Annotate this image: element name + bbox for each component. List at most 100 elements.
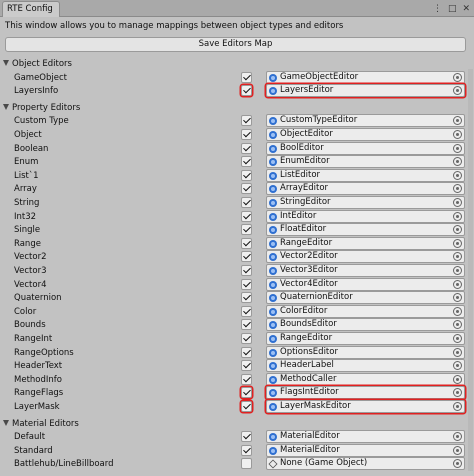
close-icon[interactable]: ✕ [462, 4, 470, 14]
editor-object-field[interactable]: MaterialEditor [266, 443, 465, 457]
enabled-checkbox[interactable] [241, 401, 252, 412]
enabled-checkbox[interactable] [241, 333, 252, 344]
section-header[interactable]: Property Editors [0, 101, 474, 115]
enabled-checkbox[interactable] [241, 305, 252, 317]
object-picker-icon[interactable] [453, 320, 462, 330]
editor-object-field[interactable]: BoundsEditor [266, 318, 465, 332]
object-picker-icon[interactable] [453, 293, 462, 303]
enabled-checkbox[interactable] [241, 360, 252, 372]
editor-object-field[interactable]: MethodCaller [266, 372, 465, 386]
save-editors-map-button[interactable]: Save Editors Map [5, 37, 466, 52]
object-picker-icon[interactable] [453, 374, 462, 384]
editor-object-field[interactable]: ObjectEditor [266, 128, 465, 141]
mapping-row: Object ObjectEditor [0, 128, 474, 142]
editor-object-field[interactable]: CustomTypeEditor [266, 114, 465, 128]
section-header[interactable]: Object Editors [0, 57, 474, 71]
enabled-checkbox[interactable] [241, 278, 252, 290]
editor-object-field[interactable]: RangeEditor [266, 332, 465, 345]
editor-object-field[interactable]: FloatEditor [266, 223, 465, 237]
editor-object-field[interactable]: HeaderLabel [266, 359, 465, 373]
enabled-checkbox[interactable] [241, 346, 252, 358]
enabled-checkbox[interactable] [241, 169, 252, 181]
maximize-icon[interactable]: □ [448, 4, 457, 14]
object-picker-icon[interactable] [453, 198, 462, 207]
enabled-checkbox[interactable] [241, 85, 252, 97]
mapping-row: Bounds BoundsEditor [0, 318, 474, 332]
object-picker-icon[interactable] [453, 361, 462, 371]
enabled-checkbox[interactable] [241, 458, 252, 470]
menu-icon[interactable]: ⋮ [433, 4, 442, 14]
foldout-arrow-icon[interactable] [3, 60, 9, 66]
object-picker-icon[interactable] [453, 211, 462, 221]
editor-object-field[interactable]: EnumEditor [266, 155, 465, 169]
object-picker-icon[interactable] [453, 86, 462, 96]
editor-object-field[interactable]: Vector2Editor [266, 250, 465, 264]
editor-object-field[interactable]: ColorEditor [266, 304, 465, 318]
object-picker-icon[interactable] [453, 143, 462, 153]
object-picker-icon[interactable] [453, 130, 462, 139]
foldout-arrow-icon[interactable] [3, 103, 9, 110]
object-picker-icon[interactable] [453, 459, 462, 469]
object-picker-icon[interactable] [453, 306, 462, 316]
editor-object-field[interactable]: Vector4Editor [266, 277, 465, 291]
enabled-checkbox[interactable] [241, 156, 252, 168]
object-picker-icon[interactable] [453, 72, 462, 82]
object-picker-icon[interactable] [453, 116, 462, 126]
object-picker-icon[interactable] [453, 402, 462, 411]
enabled-checkbox[interactable] [241, 142, 252, 154]
object-picker-icon[interactable] [453, 445, 462, 455]
vertical-scrollbar[interactable] [468, 69, 473, 471]
object-picker-icon[interactable] [453, 157, 462, 167]
editor-object-field[interactable]: Vector3Editor [266, 264, 465, 277]
mapping-row: Quaternion QuaternionEditor [0, 291, 474, 305]
enabled-checkbox[interactable] [241, 210, 252, 222]
enabled-checkbox[interactable] [241, 387, 252, 399]
editor-object-field[interactable]: GameObjectEditor [266, 70, 465, 84]
tab-rte-config[interactable]: RTE Config [2, 1, 60, 17]
editor-object-field[interactable]: LayerMaskEditor [266, 400, 465, 413]
script-icon [269, 185, 277, 194]
enabled-checkbox[interactable] [241, 237, 252, 249]
type-label: HeaderText [14, 361, 63, 372]
enabled-checkbox[interactable] [241, 373, 252, 385]
gameobject-icon [268, 459, 278, 469]
editor-object-field[interactable]: IntEditor [266, 209, 465, 223]
object-picker-icon[interactable] [453, 347, 462, 357]
editor-object-field[interactable]: StringEditor [266, 196, 465, 209]
enabled-checkbox[interactable] [241, 129, 252, 140]
object-picker-icon[interactable] [453, 388, 462, 398]
enabled-checkbox[interactable] [241, 265, 252, 276]
editor-object-field[interactable]: BoolEditor [266, 141, 465, 155]
enabled-checkbox[interactable] [241, 292, 252, 304]
object-picker-icon[interactable] [453, 225, 462, 235]
editor-object-field[interactable]: OptionsEditor [266, 345, 465, 359]
editor-object-field[interactable]: LayersEditor [266, 84, 465, 98]
section-header[interactable]: Material Editors [0, 417, 474, 431]
editor-object-field[interactable]: QuaternionEditor [266, 291, 465, 305]
editor-object-field[interactable]: MaterialEditor [266, 430, 465, 444]
object-picker-icon[interactable] [453, 334, 462, 343]
object-picker-icon[interactable] [453, 238, 462, 248]
enabled-checkbox[interactable] [241, 319, 252, 331]
enabled-checkbox[interactable] [241, 251, 252, 263]
script-icon [269, 403, 277, 411]
enabled-checkbox[interactable] [241, 183, 252, 195]
object-picker-icon[interactable] [453, 279, 462, 289]
object-picker-icon[interactable] [453, 266, 462, 275]
enabled-checkbox[interactable] [241, 444, 252, 456]
editor-object-field[interactable]: None (Game Object) [266, 457, 465, 471]
enabled-checkbox[interactable] [241, 71, 252, 83]
enabled-checkbox[interactable] [241, 431, 252, 443]
object-picker-icon[interactable] [453, 170, 462, 180]
object-picker-icon[interactable] [453, 432, 462, 442]
object-picker-icon[interactable] [453, 252, 462, 262]
editor-object-field[interactable]: FlagsIntEditor [266, 386, 465, 400]
enabled-checkbox[interactable] [241, 197, 252, 208]
enabled-checkbox[interactable] [241, 115, 252, 127]
enabled-checkbox[interactable] [241, 224, 252, 236]
editor-object-field[interactable]: ArrayEditor [266, 182, 465, 196]
editor-object-field[interactable]: ListEditor [266, 168, 465, 182]
editor-object-field[interactable]: RangeEditor [266, 236, 465, 250]
foldout-arrow-icon[interactable] [3, 419, 9, 426]
object-picker-icon[interactable] [453, 184, 462, 194]
